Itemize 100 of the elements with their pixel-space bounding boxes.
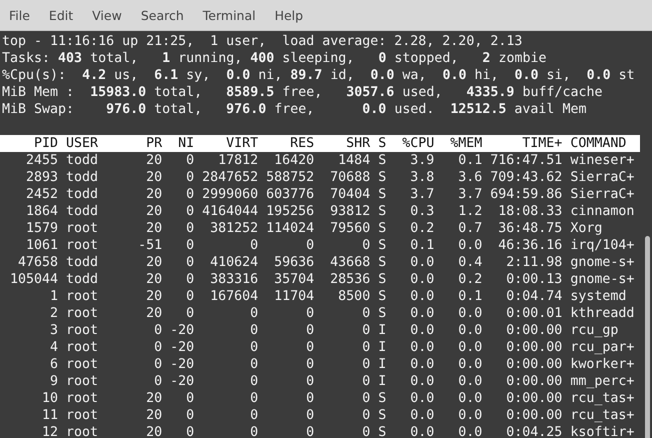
column-header: VIRT — [225, 135, 258, 152]
table-cell-text: 9 — [49, 373, 58, 390]
table-cell-text: 20 — [145, 220, 162, 237]
menu-item[interactable]: Search — [140, 8, 184, 22]
table-cell-text: 0.1 — [457, 152, 482, 169]
table-cell-text: 0:00.00 — [505, 373, 562, 390]
table-cell-text: 0 — [361, 237, 370, 254]
menu-item[interactable]: View — [92, 8, 122, 22]
table-cell-text: 0 — [249, 356, 258, 373]
table-cell-text: ksoftir+ — [569, 424, 634, 438]
table-cell-text: 8500 — [337, 288, 370, 305]
table-cell-text: 0 — [361, 339, 370, 356]
table-cell-text: 0 — [249, 424, 258, 438]
table-cell-text: root — [65, 305, 100, 322]
table-cell-text: 0 — [185, 407, 194, 424]
table-cell-text: 0:04.74 — [505, 288, 562, 305]
table-cell-text: S — [377, 220, 386, 237]
menu-item[interactable]: Edit — [48, 8, 74, 22]
table-cell-text: 0.2 — [457, 271, 482, 288]
table-cell-text: wineser+ — [569, 152, 634, 169]
table-cell-text: irq/104+ — [569, 237, 634, 254]
table-cell-text: 0:04.25 — [505, 424, 562, 438]
column-header: %MEM — [449, 135, 482, 152]
table-cell-text: 0:00.00 — [505, 390, 562, 407]
table-cell-text: 381252 — [209, 220, 258, 237]
table-cell-text: 0.0 — [409, 254, 434, 271]
table-cell-text: 0 — [361, 322, 370, 339]
column-header: USER — [65, 135, 100, 152]
table-cell-text: root — [65, 322, 100, 339]
table-cell-text: 0.0 — [409, 288, 434, 305]
table-cell-text: todd — [65, 271, 100, 288]
table-cell-text: 0.0 — [457, 407, 482, 424]
table-cell-text: root — [65, 220, 100, 237]
table-cell-text: 0 — [305, 237, 314, 254]
table-cell-text: S — [377, 254, 386, 271]
table-cell-text: 3.9 — [409, 152, 434, 169]
table-cell-text: 0.3 — [409, 203, 434, 220]
table-cell-text: 2:11.98 — [505, 254, 562, 271]
table-cell-text: 0 — [361, 424, 370, 438]
table-cell-text: root — [65, 373, 100, 390]
table-cell-text: 383316 — [209, 271, 258, 288]
table-cell-text: 3.7 — [409, 186, 434, 203]
table-cell-text: cinnamon — [569, 203, 634, 220]
table-cell-text: 0.0 — [409, 373, 434, 390]
table-cell-text: 0:00.00 — [505, 339, 562, 356]
table-cell-text: S — [377, 305, 386, 322]
table-cell-text: 0.0 — [409, 424, 434, 438]
table-cell-text: 2999060 — [201, 186, 258, 203]
table-cell-text: todd — [65, 254, 100, 271]
table-cell-text: rcu_gp — [569, 322, 620, 339]
scrollbar-thumb[interactable] — [645, 236, 650, 438]
table-cell-text: 0.1 — [457, 288, 482, 305]
table-cell-text: S — [377, 169, 386, 186]
table-cell-text: todd — [65, 169, 100, 186]
menu-item[interactable]: Terminal — [202, 8, 256, 22]
table-cell-text: 59636 — [273, 254, 314, 271]
table-cell-text: 0 — [185, 424, 194, 438]
table-cell-text: 3.8 — [409, 169, 434, 186]
table-cell-text: 0 — [185, 390, 194, 407]
table-cell-text: 716:47.51 — [489, 152, 562, 169]
table-cell-text: S — [377, 152, 386, 169]
table-cell-text: 0.0 — [457, 373, 482, 390]
table-cell-text: root — [65, 390, 100, 407]
summary-line: MiB Swap: 976.0 total, 976.0 free, 0.0 used. 12512.5 avail Mem — [1, 101, 586, 118]
table-cell-text: -20 — [169, 322, 194, 339]
table-cell-text: 0:00.00 — [505, 322, 562, 339]
table-cell-text: 0.0 — [457, 424, 482, 438]
table-cell-text: 0 — [249, 237, 258, 254]
menu-item[interactable]: Help — [274, 8, 304, 22]
table-cell-text: 0.0 — [409, 305, 434, 322]
table-cell-text: 20 — [145, 390, 162, 407]
table-cell-text: -20 — [169, 356, 194, 373]
table-cell-text: root — [65, 237, 100, 254]
table-cell-text: 0.0 — [409, 322, 434, 339]
table-cell-text: 1579 — [25, 220, 58, 237]
table-cell-text: 0.7 — [457, 220, 482, 237]
table-cell-text: 2 — [49, 305, 58, 322]
table-cell-text: -20 — [169, 373, 194, 390]
table-cell-text: 0 — [361, 305, 370, 322]
table-cell-text: 36:48.75 — [497, 220, 562, 237]
table-cell-text: 0 — [249, 339, 258, 356]
table-cell-text: 0.0 — [409, 356, 434, 373]
menu-item[interactable]: File — [9, 8, 30, 22]
column-header: SHR — [345, 135, 370, 152]
table-cell-text: 0.0 — [457, 322, 482, 339]
table-cell-text: 195256 — [265, 203, 314, 220]
summary-line: MiB Mem : 15983.0 total, 8589.5 free, 3057.6 used, 4335.9 buff/cache — [1, 84, 602, 101]
summary-line: Tasks: 403 total, 1 running, 400 sleeping, 0 stopped, 2 zombie — [1, 50, 546, 67]
table-cell-text: 20 — [145, 305, 162, 322]
table-cell-text: 20 — [145, 424, 162, 438]
table-cell-text: 0 — [361, 390, 370, 407]
table-cell-text: S — [377, 424, 386, 438]
table-cell-text: 0 — [305, 356, 314, 373]
table-cell-text: 0.0 — [409, 271, 434, 288]
table-cell-text: 0 — [249, 322, 258, 339]
table-cell-text: 3 — [49, 322, 58, 339]
table-cell-text: SierraC+ — [569, 186, 634, 203]
table-cell-text: 0 — [361, 373, 370, 390]
table-cell-text: 0 — [305, 305, 314, 322]
table-cell-text: SierraC+ — [569, 169, 634, 186]
